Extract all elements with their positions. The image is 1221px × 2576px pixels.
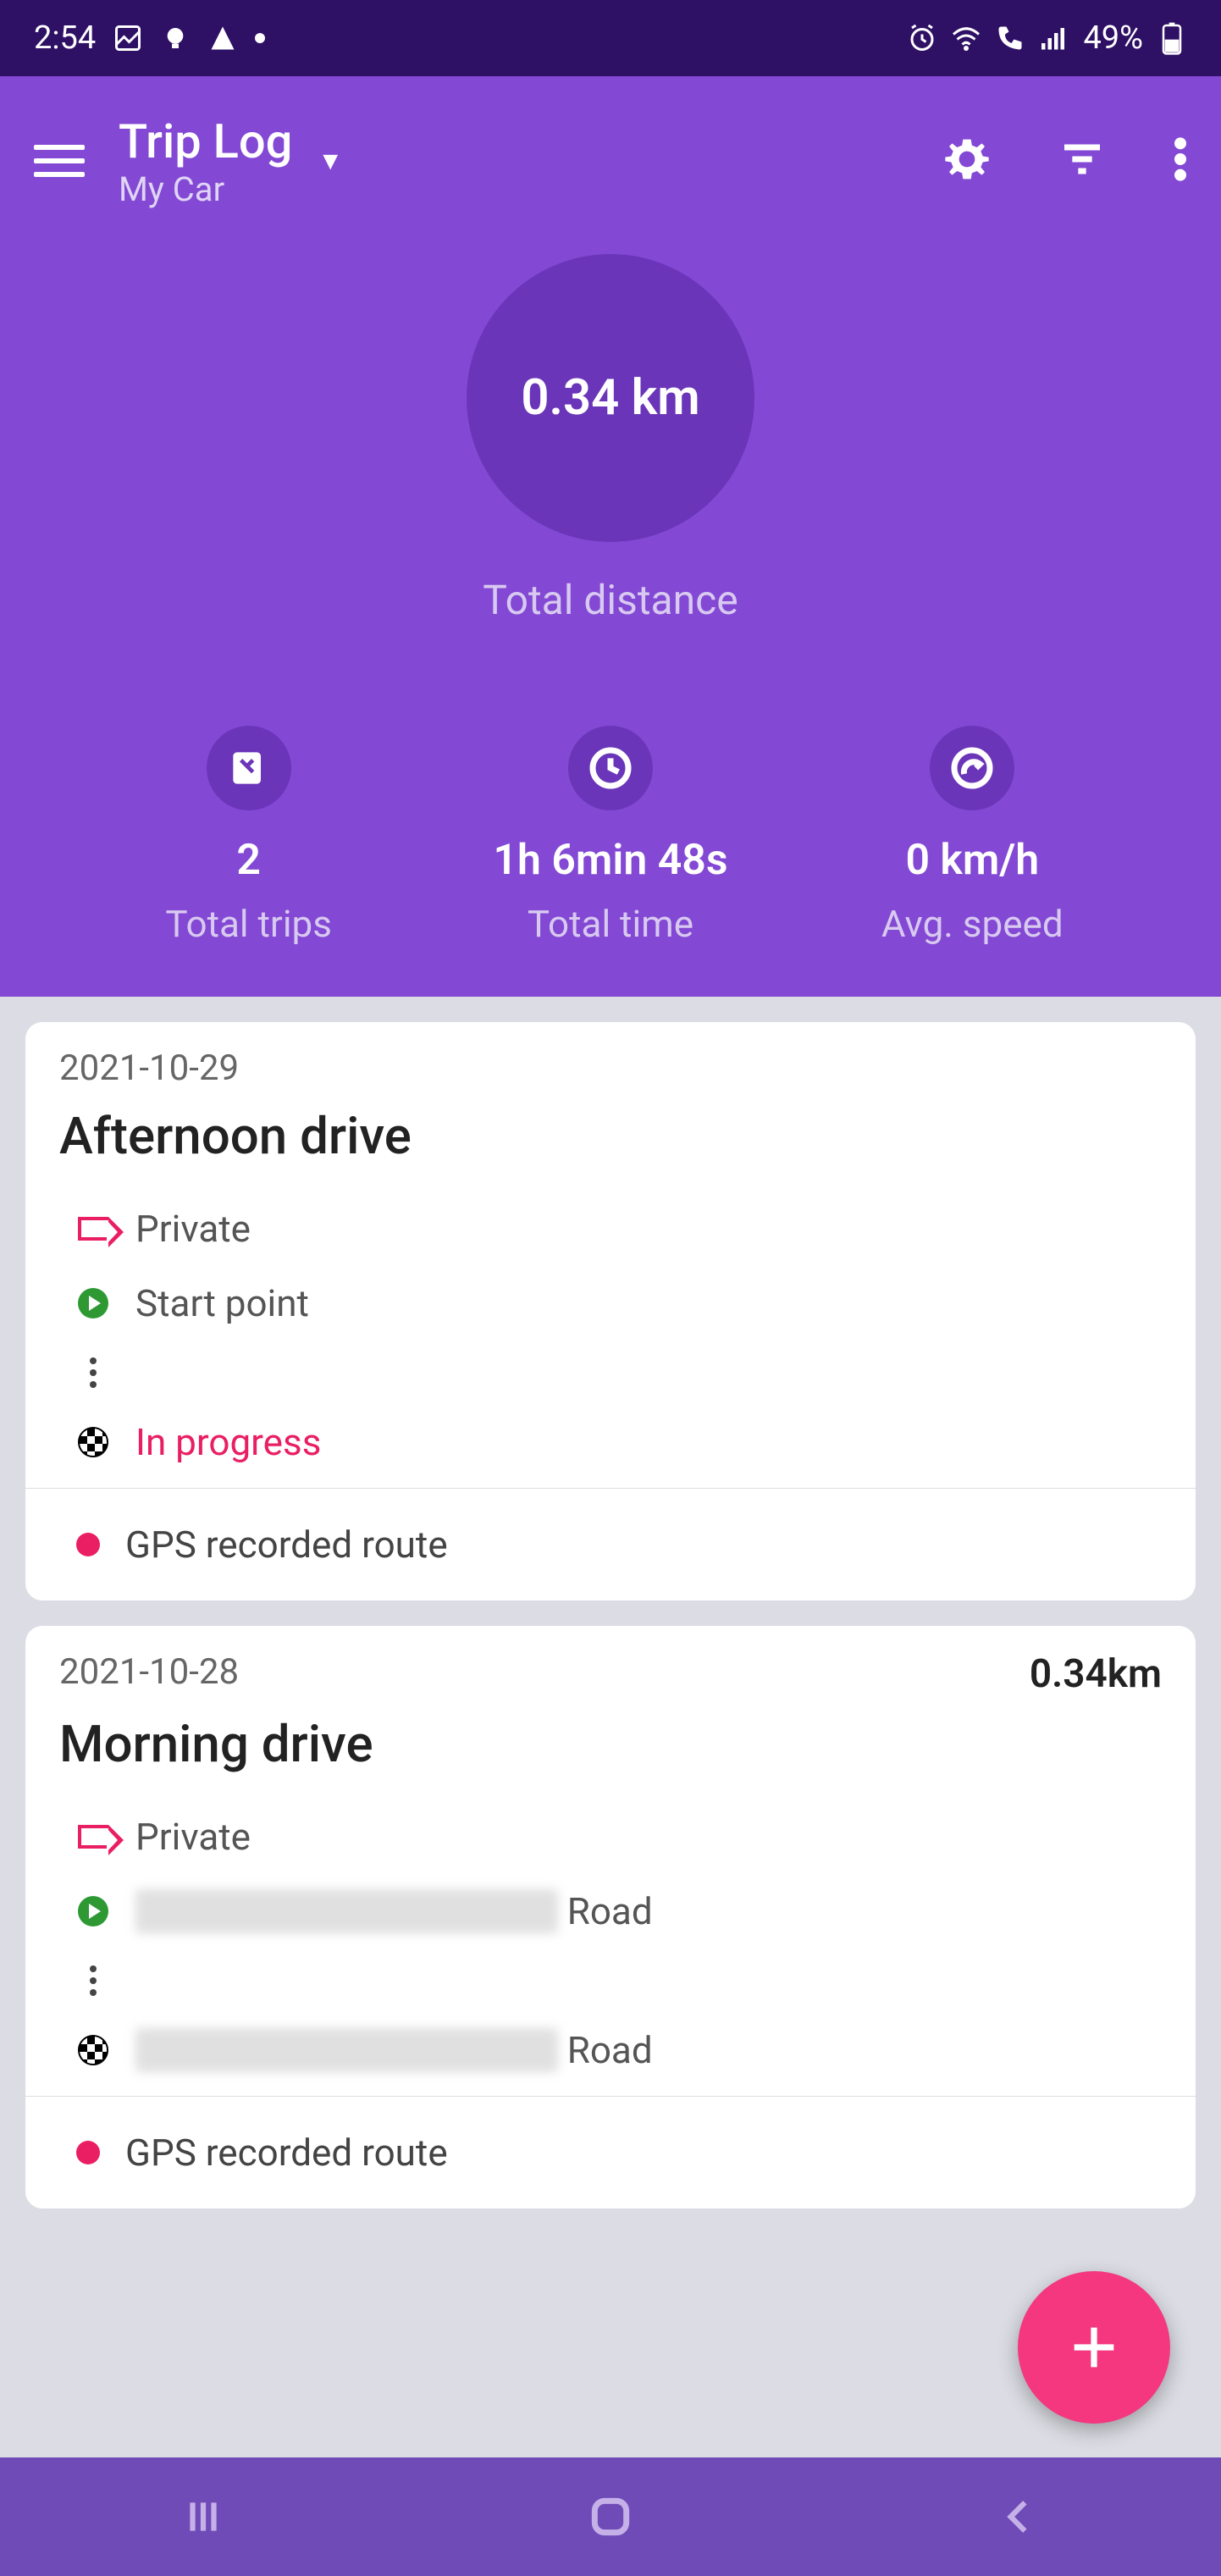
back-button[interactable] bbox=[967, 2483, 1069, 2551]
trip-end-suffix: Road bbox=[567, 2028, 653, 2072]
play-icon bbox=[76, 1894, 110, 1928]
trip-start: Start point bbox=[135, 1281, 309, 1325]
status-bar: 2:54 49% bbox=[0, 0, 1221, 76]
stat-avg-speed[interactable]: 0 km/h Avg. speed bbox=[792, 726, 1153, 946]
home-button[interactable] bbox=[560, 2483, 661, 2551]
stat-total-time[interactable]: 1h 6min 48s Total time bbox=[429, 726, 791, 946]
play-icon bbox=[76, 1286, 110, 1320]
speed-value: 0 km/h bbox=[792, 836, 1153, 885]
battery-icon bbox=[1157, 23, 1187, 53]
trip-title: Afternoon drive bbox=[25, 1106, 1196, 1191]
status-battery-pct: 49% bbox=[1083, 19, 1143, 57]
status-dot-icon bbox=[255, 33, 265, 43]
trip-date: 2021-10-28 bbox=[59, 1651, 239, 1697]
stat-total-trips[interactable]: 2 Total trips bbox=[68, 726, 429, 946]
trip-tag-row: Private bbox=[25, 1799, 1196, 1874]
divider bbox=[25, 1488, 1196, 1489]
trip-end-blurred: ████████████████ bbox=[135, 2028, 558, 2072]
app-title: Trip Log bbox=[119, 113, 292, 169]
trips-value: 2 bbox=[68, 836, 429, 885]
trips-label: Total trips bbox=[68, 902, 429, 946]
trip-tag: Private bbox=[135, 1815, 251, 1859]
trip-start-row: Start point bbox=[25, 1266, 1196, 1341]
trip-card[interactable]: 2021-10-28 0.34km Morning drive Private … bbox=[25, 1626, 1196, 2208]
speed-icon bbox=[930, 726, 1014, 810]
trip-start-blurred: ████████████████ bbox=[135, 1889, 558, 1933]
app-subtitle: My Car bbox=[119, 169, 292, 209]
call-icon bbox=[995, 23, 1025, 53]
trip-list: 2021-10-29 Afternoon drive Private Start… bbox=[0, 997, 1221, 2259]
clock-icon bbox=[568, 726, 653, 810]
speed-label: Avg. speed bbox=[792, 902, 1153, 946]
time-label: Total time bbox=[429, 902, 791, 946]
tag-icon bbox=[76, 1212, 110, 1246]
trip-end-row: ████████████████ Road bbox=[25, 2013, 1196, 2087]
filter-button[interactable] bbox=[1058, 135, 1106, 186]
chevron-down-icon: ▼ bbox=[318, 146, 343, 176]
trip-distance: 0.34km bbox=[1030, 1651, 1162, 1697]
total-distance-label: Total distance bbox=[34, 576, 1187, 624]
add-trip-fab[interactable] bbox=[1018, 2271, 1170, 2424]
trip-start-suffix: Road bbox=[567, 1889, 653, 1933]
trip-waypoints-row bbox=[25, 1341, 1196, 1405]
trip-waypoints-row bbox=[25, 1949, 1196, 2013]
title-dropdown[interactable]: Trip Log My Car ▼ bbox=[119, 113, 909, 209]
trip-card[interactable]: 2021-10-29 Afternoon drive Private Start… bbox=[25, 1022, 1196, 1600]
tag-icon bbox=[76, 1820, 110, 1854]
wifi-icon bbox=[951, 23, 981, 53]
trip-tag-row: Private bbox=[25, 1191, 1196, 1266]
stats-row: 2 Total trips 1h 6min 48s Total time 0 k… bbox=[34, 692, 1187, 997]
system-nav-bar bbox=[0, 2457, 1221, 2576]
fuel-icon bbox=[207, 23, 238, 53]
checkered-flag-icon bbox=[76, 2033, 110, 2067]
bulb-icon bbox=[160, 23, 191, 53]
trip-gps-row: GPS recorded route bbox=[25, 2105, 1196, 2208]
gps-dot-icon bbox=[76, 2141, 100, 2164]
image-icon bbox=[113, 23, 143, 53]
trip-tag: Private bbox=[135, 1207, 251, 1251]
app-header: Trip Log My Car ▼ 0.34 km Total distance bbox=[0, 76, 1221, 997]
dots-icon bbox=[76, 1964, 110, 1998]
status-time: 2:54 bbox=[34, 19, 96, 57]
trip-gps-label: GPS recorded route bbox=[125, 1523, 448, 1567]
dots-icon bbox=[76, 1356, 110, 1390]
trip-end-row: In progress bbox=[25, 1405, 1196, 1479]
total-distance-value: 0.34 km bbox=[521, 369, 699, 427]
trip-start-row: ████████████████ Road bbox=[25, 1874, 1196, 1949]
trip-end: In progress bbox=[135, 1420, 321, 1464]
signal-icon bbox=[1039, 23, 1069, 53]
time-value: 1h 6min 48s bbox=[429, 836, 791, 885]
trip-date: 2021-10-29 bbox=[59, 1048, 239, 1089]
menu-button[interactable] bbox=[34, 135, 85, 186]
total-distance-circle[interactable]: 0.34 km bbox=[467, 254, 754, 542]
trips-icon bbox=[207, 726, 291, 810]
trip-gps-label: GPS recorded route bbox=[125, 2131, 448, 2175]
checkered-flag-icon bbox=[76, 1425, 110, 1459]
gps-dot-icon bbox=[76, 1533, 100, 1556]
alarm-icon bbox=[907, 23, 937, 53]
settings-button[interactable] bbox=[943, 135, 991, 186]
trip-title: Morning drive bbox=[25, 1714, 1196, 1799]
divider bbox=[25, 2096, 1196, 2097]
hero-stat: 0.34 km Total distance bbox=[34, 220, 1187, 692]
more-button[interactable] bbox=[1174, 135, 1187, 186]
recent-apps-button[interactable] bbox=[152, 2483, 254, 2551]
trip-gps-row: GPS recorded route bbox=[25, 1497, 1196, 1600]
